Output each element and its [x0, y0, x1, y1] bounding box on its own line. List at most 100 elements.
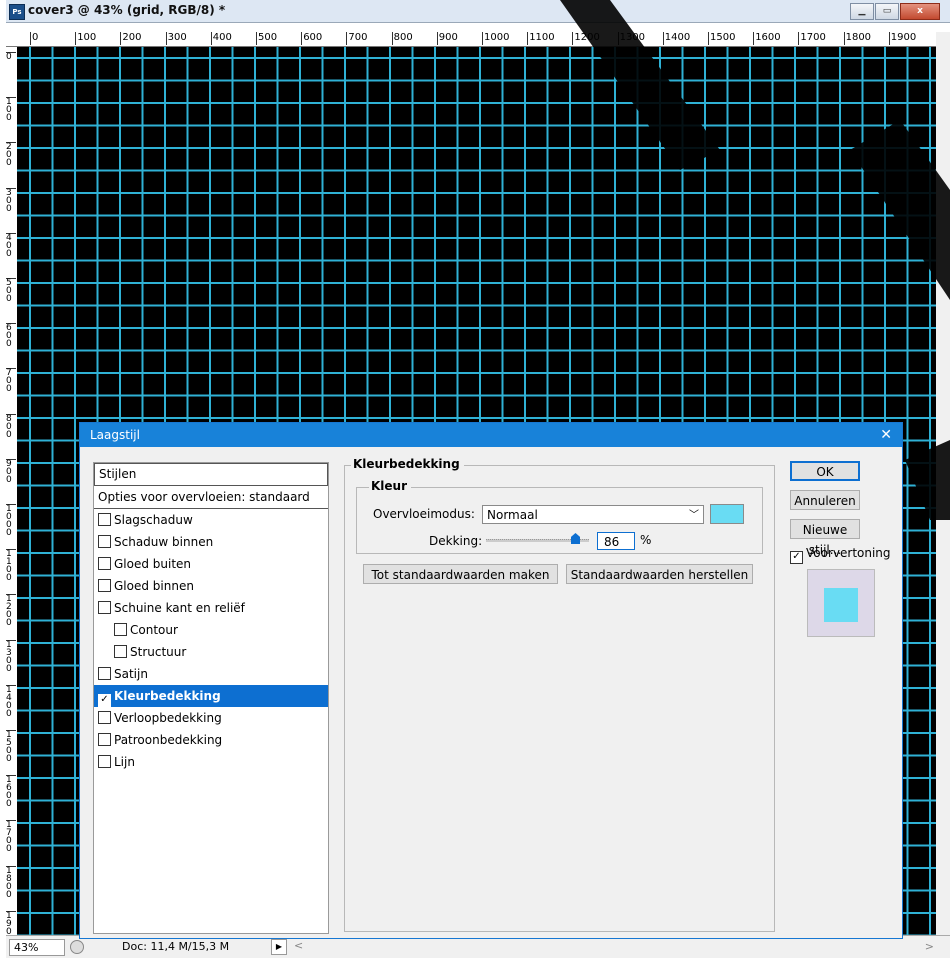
style-item[interactable]: Gloed buiten — [94, 553, 328, 575]
style-checkbox[interactable] — [98, 733, 111, 746]
ruler-tick-label: 100 — [75, 32, 97, 45]
style-item[interactable]: Schuine kant en reliëf — [94, 597, 328, 619]
ruler-tick-label: 700 — [346, 32, 368, 45]
style-checkbox[interactable] — [98, 667, 111, 680]
style-item[interactable]: Slagschaduw — [94, 509, 328, 531]
cancel-button[interactable]: Annuleren — [790, 490, 860, 510]
minimize-button[interactable]: ▁ — [850, 3, 874, 20]
zoom-level-field[interactable]: 43% — [9, 939, 65, 956]
ruler-tick-label: 600 — [6, 323, 16, 349]
blend-mode-select[interactable]: Normaal ﹀ — [482, 505, 704, 524]
dialog-close-icon[interactable]: ✕ — [880, 423, 892, 447]
ruler-tick-label: 1500 — [6, 730, 16, 764]
style-checkbox[interactable] — [98, 579, 111, 592]
style-preview-swatch — [824, 588, 858, 622]
ruler-tick-label: 1000 — [482, 32, 510, 45]
style-item[interactable]: Schaduw binnen — [94, 531, 328, 553]
status-info-icon[interactable] — [70, 940, 84, 954]
style-item[interactable]: ✓ Kleurbedekking — [94, 685, 328, 707]
ruler-tick-label: 1800 — [843, 32, 872, 45]
color-overlay-group: Kleurbedekking Kleur Overvloeimodus: Nor… — [344, 457, 775, 932]
vertical-scrollbar[interactable] — [936, 32, 950, 935]
style-checkbox[interactable] — [114, 645, 127, 658]
ruler-tick-label: 1000 — [6, 504, 16, 538]
style-checkbox[interactable] — [98, 601, 111, 614]
style-item-label: Gloed buiten — [114, 557, 192, 571]
preview-checkbox-box[interactable]: ✓ — [790, 551, 803, 564]
style-item[interactable]: Verloopbedekking — [94, 707, 328, 729]
ruler-tick-label: 1600 — [6, 775, 16, 809]
style-preview-thumbnail — [807, 569, 875, 637]
style-item-label: Schuine kant en reliëf — [114, 601, 245, 615]
status-menu-arrow-icon[interactable]: ▶ — [271, 939, 287, 955]
blend-mode-label: Overvloeimodus: — [373, 507, 475, 521]
preview-checkbox[interactable]: ✓ Voorvertoning — [790, 546, 891, 564]
scroll-left-icon[interactable]: < — [294, 939, 303, 952]
ruler-tick-label: 100 — [6, 97, 16, 123]
style-item-label: Slagschaduw — [114, 513, 193, 527]
ruler-tick-label: 1900 — [6, 910, 16, 935]
ruler-tick-label: 700 — [6, 368, 16, 394]
opacity-input[interactable]: 86 — [597, 532, 635, 550]
style-item-label: Gloed binnen — [114, 579, 194, 593]
ruler-tick-label: 500 — [6, 278, 16, 304]
ruler-tick-label: 800 — [6, 413, 16, 439]
reset-default-button[interactable]: Standaardwaarden herstellen — [566, 564, 753, 584]
style-checkbox[interactable]: ✓ — [98, 694, 111, 707]
maximize-button[interactable]: ▭ — [875, 3, 899, 20]
ruler-tick-label: 1200 — [6, 594, 16, 628]
style-item[interactable]: Contour — [94, 619, 328, 641]
ruler-tick-label: 300 — [6, 187, 16, 213]
style-item-label: Patroonbedekking — [114, 733, 223, 747]
color-group-title: Kleur — [369, 479, 412, 493]
style-checkbox[interactable] — [98, 535, 111, 548]
blending-options-item[interactable]: Opties voor overvloeien: standaard — [94, 486, 328, 509]
document-title: cover3 @ 43% (grid, RGB/8) * — [28, 3, 226, 17]
ok-button[interactable]: OK — [790, 461, 860, 481]
style-item[interactable]: Gloed binnen — [94, 575, 328, 597]
opacity-unit: % — [640, 533, 652, 547]
ruler-tick-label: 1500 — [708, 32, 736, 45]
ruler-tick-label: 1400 — [6, 684, 16, 718]
style-item-label: Schaduw binnen — [114, 535, 214, 549]
style-item[interactable]: Satijn — [94, 663, 328, 685]
style-item-label: Lijn — [114, 755, 135, 769]
new-style-button[interactable]: Nieuwe stijl... — [790, 519, 860, 557]
styles-header[interactable]: Stijlen — [94, 463, 328, 486]
styles-list-panel: Stijlen Opties voor overvloeien: standaa… — [93, 462, 329, 934]
style-checkbox[interactable] — [98, 557, 111, 570]
style-item-label: Satijn — [114, 667, 148, 681]
style-checkbox[interactable] — [98, 755, 111, 768]
ruler-tick-label: 900 — [436, 32, 458, 45]
style-items-list: Slagschaduw Schaduw binnen Gloed buiten Glo… — [94, 509, 328, 773]
opacity-slider-thumb[interactable] — [571, 533, 580, 544]
style-item-label: Contour — [130, 623, 178, 637]
ruler-tick-label: 1700 — [798, 32, 826, 45]
ruler-tick-label: 500 — [256, 32, 278, 45]
style-item[interactable]: Structuur — [94, 641, 328, 663]
ruler-tick-label: 0 — [30, 32, 39, 45]
color-overlay-title: Kleurbedekking — [351, 457, 464, 471]
style-checkbox[interactable] — [114, 623, 127, 636]
make-default-button[interactable]: Tot standaardwaarden maken — [363, 564, 558, 584]
style-item[interactable]: Lijn — [94, 751, 328, 773]
style-checkbox[interactable] — [98, 711, 111, 724]
dialog-title-bar[interactable]: Laagstijl ✕ — [80, 423, 902, 447]
layer-style-dialog: Laagstijl ✕ Stijlen Opties voor overvloe… — [79, 422, 903, 939]
scroll-right-icon[interactable]: > — [925, 940, 934, 953]
close-button[interactable]: x — [900, 3, 940, 20]
overlay-color-swatch[interactable] — [710, 504, 744, 524]
blend-mode-value: Normaal — [487, 508, 538, 522]
ruler-tick-label: 200 — [6, 142, 16, 168]
horizontal-ruler[interactable]: 0 100 200 300 400 500 600 700 800 900 1000 1100 1200… — [16, 32, 936, 47]
style-item-label: Kleurbedekking — [114, 689, 221, 703]
style-item[interactable]: Patroonbedekking — [94, 729, 328, 751]
document-title-bar[interactable]: Ps cover3 @ 43% (grid, RGB/8) * ▁ ▭ x — [6, 0, 950, 23]
ruler-tick-label: 1900 — [888, 32, 917, 45]
style-checkbox[interactable] — [98, 513, 111, 526]
ruler-tick-label: 400 — [6, 232, 16, 258]
ruler-tick-label: 1400 — [662, 32, 691, 45]
style-item-label: Verloopbedekking — [114, 711, 222, 725]
ruler-tick-label: 400 — [210, 32, 232, 45]
ruler-tick-label: 1700 — [6, 820, 16, 854]
